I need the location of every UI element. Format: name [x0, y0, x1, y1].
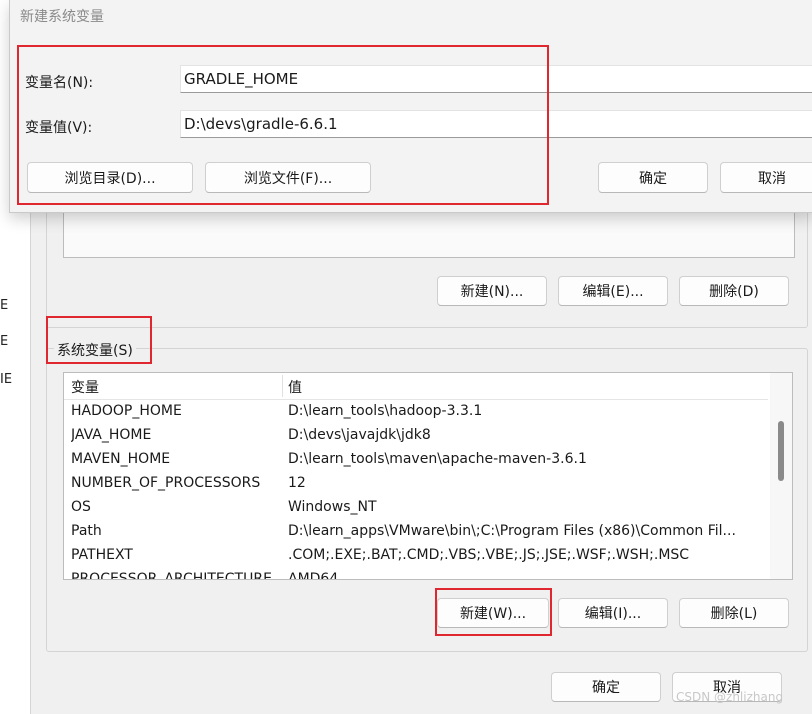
- env-ok-button[interactable]: 确定: [551, 672, 661, 702]
- variable-value-input[interactable]: D:\devs\gradle-6.6.1: [180, 110, 812, 138]
- user-var-new-button[interactable]: 新建(N)...: [437, 276, 547, 306]
- dialog-title: 新建系统变量: [20, 9, 104, 25]
- user-var-delete-button[interactable]: 删除(D): [679, 276, 789, 306]
- column-divider[interactable]: [282, 375, 283, 397]
- truncated-text: E: [0, 298, 9, 313]
- dialog-cancel-button[interactable]: 取消: [720, 162, 812, 193]
- var-name: JAVA_HOME: [71, 427, 152, 443]
- var-name: PROCESSOR_ARCHITECTURE: [71, 571, 272, 580]
- var-value: AMD64: [288, 571, 339, 580]
- var-name: NUMBER_OF_PROCESSORS: [71, 475, 261, 491]
- var-name: MAVEN_HOME: [71, 451, 171, 467]
- dialog-ok-button[interactable]: 确定: [598, 162, 708, 193]
- column-header-value[interactable]: 值: [288, 377, 302, 397]
- var-value: D:\learn_tools\hadoop-3.3.1: [288, 403, 483, 419]
- var-name: HADOOP_HOME: [71, 403, 182, 419]
- vertical-scrollbar[interactable]: [770, 373, 792, 579]
- system-vars-title: 系统变量(S): [54, 340, 136, 360]
- var-value: 12: [288, 475, 306, 491]
- variable-value-label: 变量值(V):: [25, 120, 93, 136]
- var-value: Windows_NT: [288, 499, 377, 515]
- scrollbar-thumb[interactable]: [778, 421, 784, 481]
- system-vars-list[interactable]: 变量 值 HADOOP_HOME D:\learn_tools\hadoop-3…: [63, 372, 793, 580]
- var-name: OS: [71, 499, 91, 515]
- system-var-edit-button[interactable]: 编辑(I)...: [558, 598, 668, 628]
- var-value: D:\devs\javajdk\jdk8: [288, 427, 431, 443]
- user-var-edit-button[interactable]: 编辑(E)...: [558, 276, 668, 306]
- system-var-delete-button[interactable]: 删除(L): [679, 598, 789, 628]
- truncated-text: IE: [0, 372, 13, 387]
- browse-directory-button[interactable]: 浏览目录(D)...: [27, 162, 193, 193]
- watermark: CSDN @zhlizhang: [676, 690, 784, 704]
- var-value: .COM;.EXE;.BAT;.CMD;.VBS;.VBE;.JS;.JSE;.…: [288, 547, 690, 563]
- new-system-variable-dialog: 新建系统变量 变量名(N): 变量值(V): GRADLE_HOME D:\de…: [9, 0, 812, 213]
- truncated-text: E: [0, 334, 9, 349]
- column-header-name[interactable]: 变量: [71, 377, 99, 397]
- system-var-new-button[interactable]: 新建(W)...: [437, 598, 549, 628]
- var-value: D:\learn_apps\VMware\bin\;C:\Program Fil…: [288, 523, 736, 539]
- var-name: Path: [71, 523, 102, 539]
- browse-file-button[interactable]: 浏览文件(F)...: [205, 162, 371, 193]
- var-value: D:\learn_tools\maven\apache-maven-3.6.1: [288, 451, 587, 467]
- variable-name-input[interactable]: GRADLE_HOME: [180, 65, 812, 93]
- var-name: PATHEXT: [71, 547, 133, 563]
- list-header: 变量 值: [64, 373, 768, 400]
- variable-name-label: 变量名(N):: [25, 75, 94, 91]
